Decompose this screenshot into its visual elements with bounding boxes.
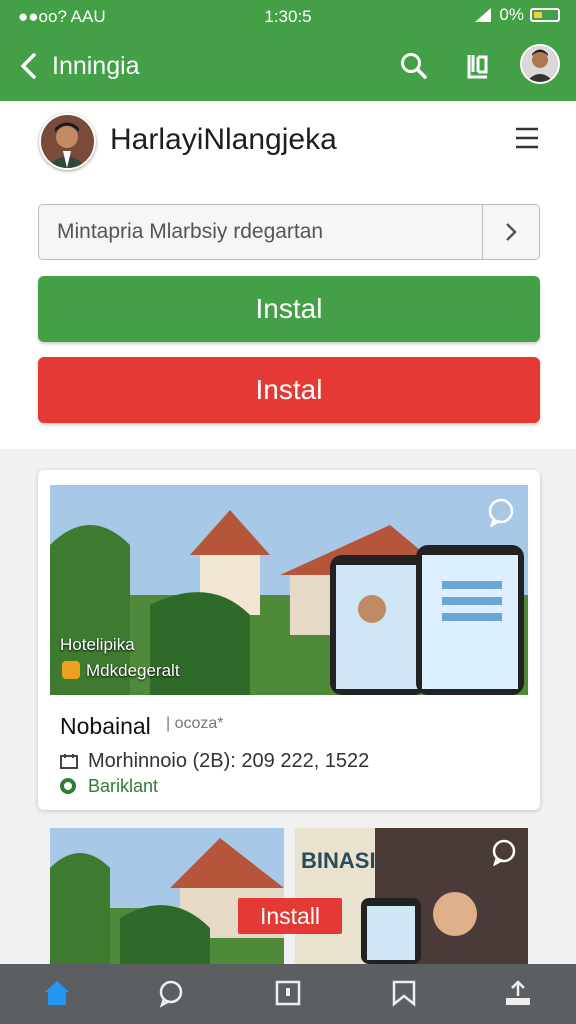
listing-status: Bariklant <box>60 776 158 797</box>
image-subcaption: Mdkdegeralt <box>86 661 180 680</box>
status-bar: ●●oo? AAU 1:30:5 0% <box>0 0 576 32</box>
bookmark-icon[interactable] <box>389 978 419 1008</box>
app-bar: ●●oo? AAU 1:30:5 0% Inningia <box>0 0 576 101</box>
signal-icon <box>475 8 492 22</box>
card-image: Hotelipika Mdkdegeralt <box>50 485 528 695</box>
image-caption: Hotelipika <box>60 635 135 654</box>
square-icon[interactable] <box>273 978 303 1008</box>
tile-resort[interactable] <box>50 828 284 964</box>
install-button-red[interactable]: Instal <box>38 357 540 423</box>
tile-resort-photo <box>50 828 284 964</box>
back-arrow-icon[interactable] <box>14 50 46 82</box>
toolbar: Inningia <box>0 40 576 92</box>
battery-icon <box>530 8 560 22</box>
app-title: Inningia <box>52 52 140 80</box>
upload-icon[interactable] <box>503 978 533 1008</box>
listing-info-text: Morhinnoio (2B): 209 222, 1522 <box>88 750 370 772</box>
chevron-right-icon <box>506 223 517 241</box>
listing-info: Morhinnoio (2B): 209 222, 1522 <box>60 750 369 773</box>
search-field[interactable]: Mintapria Mlarbsiy rdegartan <box>38 204 540 260</box>
home-icon[interactable] <box>42 978 72 1008</box>
listing-status-text: Bariklant <box>88 776 159 796</box>
tile-chat-icon[interactable] <box>490 838 518 866</box>
search-icon[interactable] <box>398 50 430 82</box>
profile-name: HarlayiNlangjeka <box>110 123 337 156</box>
status-icons: 0% <box>473 5 560 25</box>
chat-bubble-icon[interactable] <box>486 497 516 527</box>
listing-tag: | ocoza* <box>166 715 224 732</box>
chat-icon[interactable] <box>156 978 186 1008</box>
avatar[interactable] <box>520 44 560 84</box>
location-badge-icon <box>62 661 80 679</box>
book-icon[interactable] <box>462 50 494 82</box>
listing-card[interactable]: Hotelipika Mdkdegeralt Nobainal | ocoza*… <box>38 470 540 810</box>
profile-header: HarlayiNlangjeka Mintapria Mlarbsiy rdeg… <box>0 101 576 449</box>
profile-avatar[interactable] <box>39 113 96 170</box>
menu-icon[interactable] <box>514 125 540 151</box>
status-dot-icon <box>60 778 76 794</box>
tile-install-button[interactable]: Install <box>238 898 342 934</box>
listing-name: Nobainal <box>60 713 151 739</box>
calendar-icon <box>60 754 78 769</box>
search-go-button[interactable] <box>482 205 539 259</box>
bottom-nav <box>0 964 576 1024</box>
search-input[interactable]: Mintapria Mlarbsiy rdegartan <box>57 220 323 244</box>
battery-percent: 0% <box>499 5 524 24</box>
install-button-green[interactable]: Instal <box>38 276 540 342</box>
tile-promo[interactable]: BINASI <box>295 828 528 964</box>
